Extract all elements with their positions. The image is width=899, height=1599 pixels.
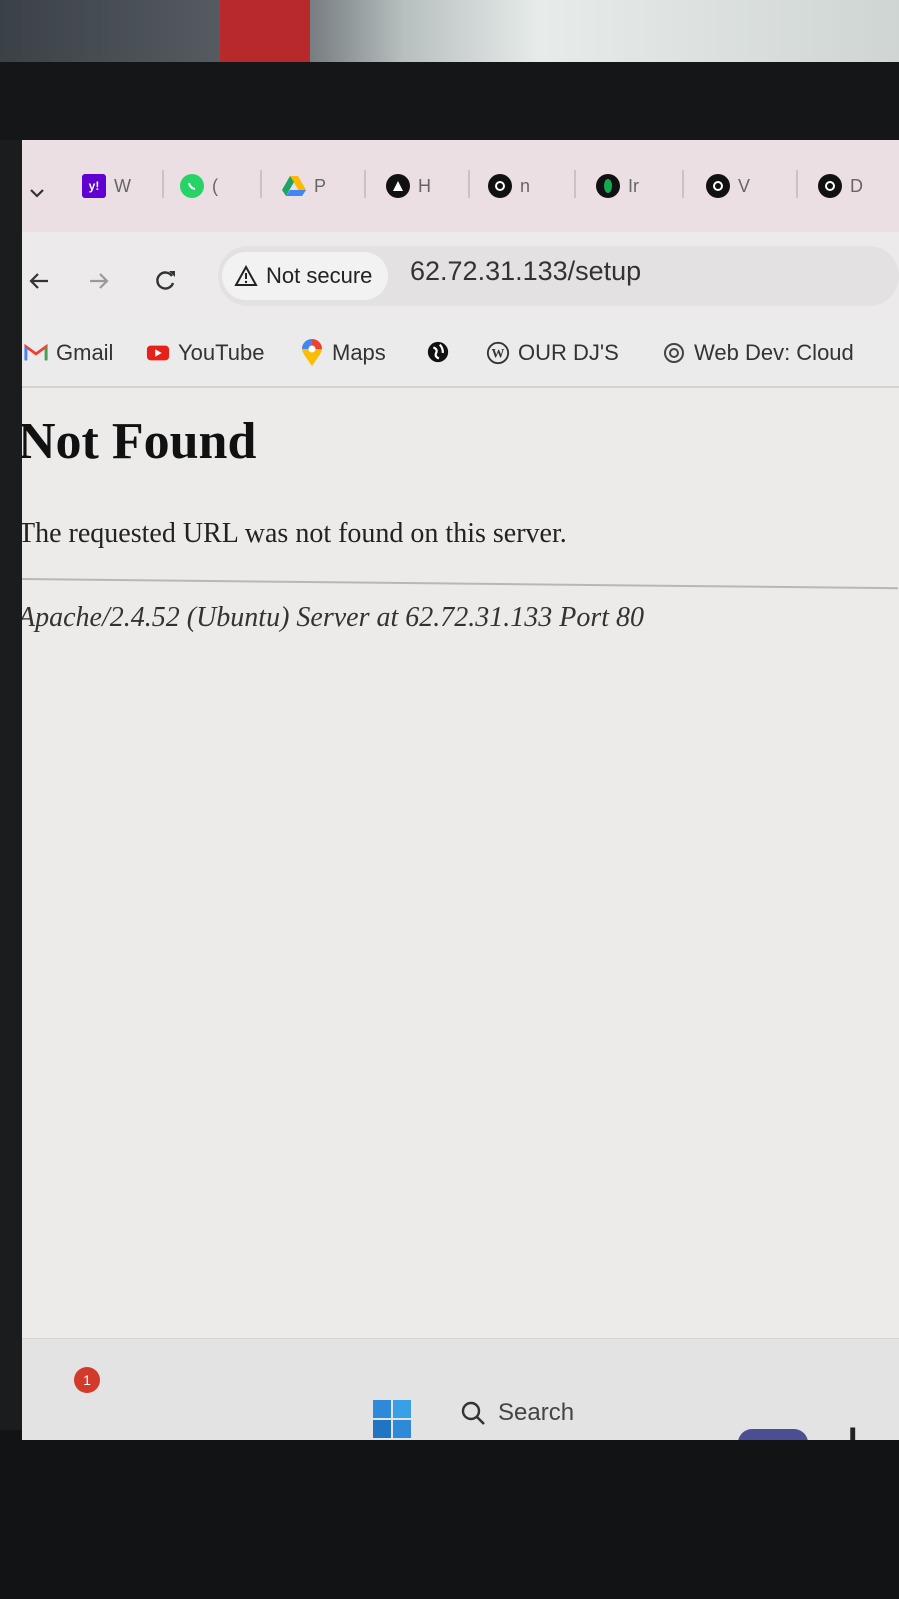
bookmarks-bar: Gmail YouTube Maps W OUR DJ'S Web Dev: C… xyxy=(22,328,899,388)
bookmark-youtube[interactable]: YouTube xyxy=(146,340,264,366)
tab-label: ( xyxy=(212,175,218,196)
tab-separator xyxy=(260,170,262,198)
windows-logo-icon xyxy=(373,1400,411,1438)
forward-button[interactable] xyxy=(86,268,112,301)
warning-icon xyxy=(234,264,258,287)
tab-separator xyxy=(574,170,576,198)
github-icon xyxy=(488,174,512,198)
tab-github-v[interactable]: V xyxy=(706,168,750,204)
tab-github-n[interactable]: n xyxy=(488,168,530,204)
url-text[interactable]: 62.72.31.133/setup xyxy=(410,256,641,287)
whatsapp-icon xyxy=(180,174,204,198)
tab-separator xyxy=(796,170,798,198)
taskbar-search[interactable]: Search xyxy=(460,1399,574,1427)
bookmark-label: Maps xyxy=(332,340,386,365)
tab-separator xyxy=(682,170,684,198)
bookmark-label: Web Dev: Cloud xyxy=(694,340,854,365)
server-signature: Apache/2.4.52 (Ubuntu) Server at 62.72.3… xyxy=(22,602,645,633)
wordpress-icon: W xyxy=(486,341,510,365)
back-button[interactable] xyxy=(26,268,52,301)
globe-icon xyxy=(426,340,450,364)
tab-label: P xyxy=(314,175,327,196)
bookmark-globe[interactable] xyxy=(426,340,458,364)
github-icon xyxy=(818,174,842,198)
bookmark-label: OUR DJ'S xyxy=(518,340,619,365)
security-label: Not secure xyxy=(266,263,373,288)
tab-github-d[interactable]: D xyxy=(818,168,863,204)
yahoo-icon: y! xyxy=(82,174,106,198)
tab-label: Ir xyxy=(628,175,639,196)
tab-google-drive[interactable]: P xyxy=(282,168,326,204)
bookmark-web-dev[interactable]: Web Dev: Cloud xyxy=(662,340,854,366)
bookmark-label: YouTube xyxy=(178,340,265,365)
tab-whatsapp[interactable]: ( xyxy=(180,168,218,204)
bookmark-maps[interactable]: Maps xyxy=(300,339,386,366)
error-message: The requested URL was not found on this … xyxy=(22,518,567,549)
tab-separator xyxy=(162,170,164,198)
openai-icon xyxy=(662,341,686,365)
tab-yahoo[interactable]: y! W xyxy=(82,168,131,204)
divider xyxy=(22,578,898,590)
bookmark-our-djs[interactable]: W OUR DJ'S xyxy=(486,340,619,366)
page-title: Not Found xyxy=(22,413,257,470)
screen: y! W ( P H n Ir V D Not secure 62.72.31.… xyxy=(22,140,899,1440)
tab-label: D xyxy=(850,175,863,196)
maps-icon xyxy=(300,339,324,366)
notification-badge[interactable]: 1 xyxy=(74,1367,100,1393)
youtube-icon xyxy=(146,341,170,365)
github-icon xyxy=(706,174,730,198)
tray-item[interactable]: L xyxy=(848,1421,869,1440)
tab-separator xyxy=(468,170,470,198)
monitor-bezel-bottom xyxy=(0,1430,899,1599)
bookmark-label: Gmail xyxy=(56,340,114,365)
start-button[interactable] xyxy=(372,1399,412,1439)
svg-text:W: W xyxy=(492,346,505,361)
monitor-bezel-top xyxy=(0,62,899,152)
tab-mongodb[interactable]: Ir xyxy=(596,168,639,204)
mongodb-icon xyxy=(596,174,620,198)
page-content: Not Found The requested URL was not foun… xyxy=(22,388,899,1338)
gmail-icon xyxy=(24,341,48,365)
monitor-bezel-left xyxy=(0,140,22,1440)
weather-widget-icon[interactable] xyxy=(738,1429,808,1440)
google-drive-icon xyxy=(282,174,306,198)
bookmark-gmail[interactable]: Gmail xyxy=(24,340,113,366)
security-indicator[interactable]: Not secure xyxy=(222,252,389,300)
search-icon xyxy=(461,1401,485,1425)
tab-h[interactable]: H xyxy=(386,168,431,204)
tab-label: W xyxy=(114,175,131,196)
tab-label: n xyxy=(520,175,531,196)
tab-search-dropdown-icon[interactable] xyxy=(28,184,48,204)
tab-separator xyxy=(364,170,366,198)
app-icon xyxy=(386,174,410,198)
search-label: Search xyxy=(498,1399,575,1426)
reload-button[interactable] xyxy=(152,268,178,301)
background-object xyxy=(220,0,310,70)
taskbar: 1 Search L xyxy=(22,1338,899,1440)
tab-label: V xyxy=(738,175,751,196)
tab-strip: y! W ( P H n Ir V D xyxy=(22,140,899,232)
tab-label: H xyxy=(418,175,431,196)
